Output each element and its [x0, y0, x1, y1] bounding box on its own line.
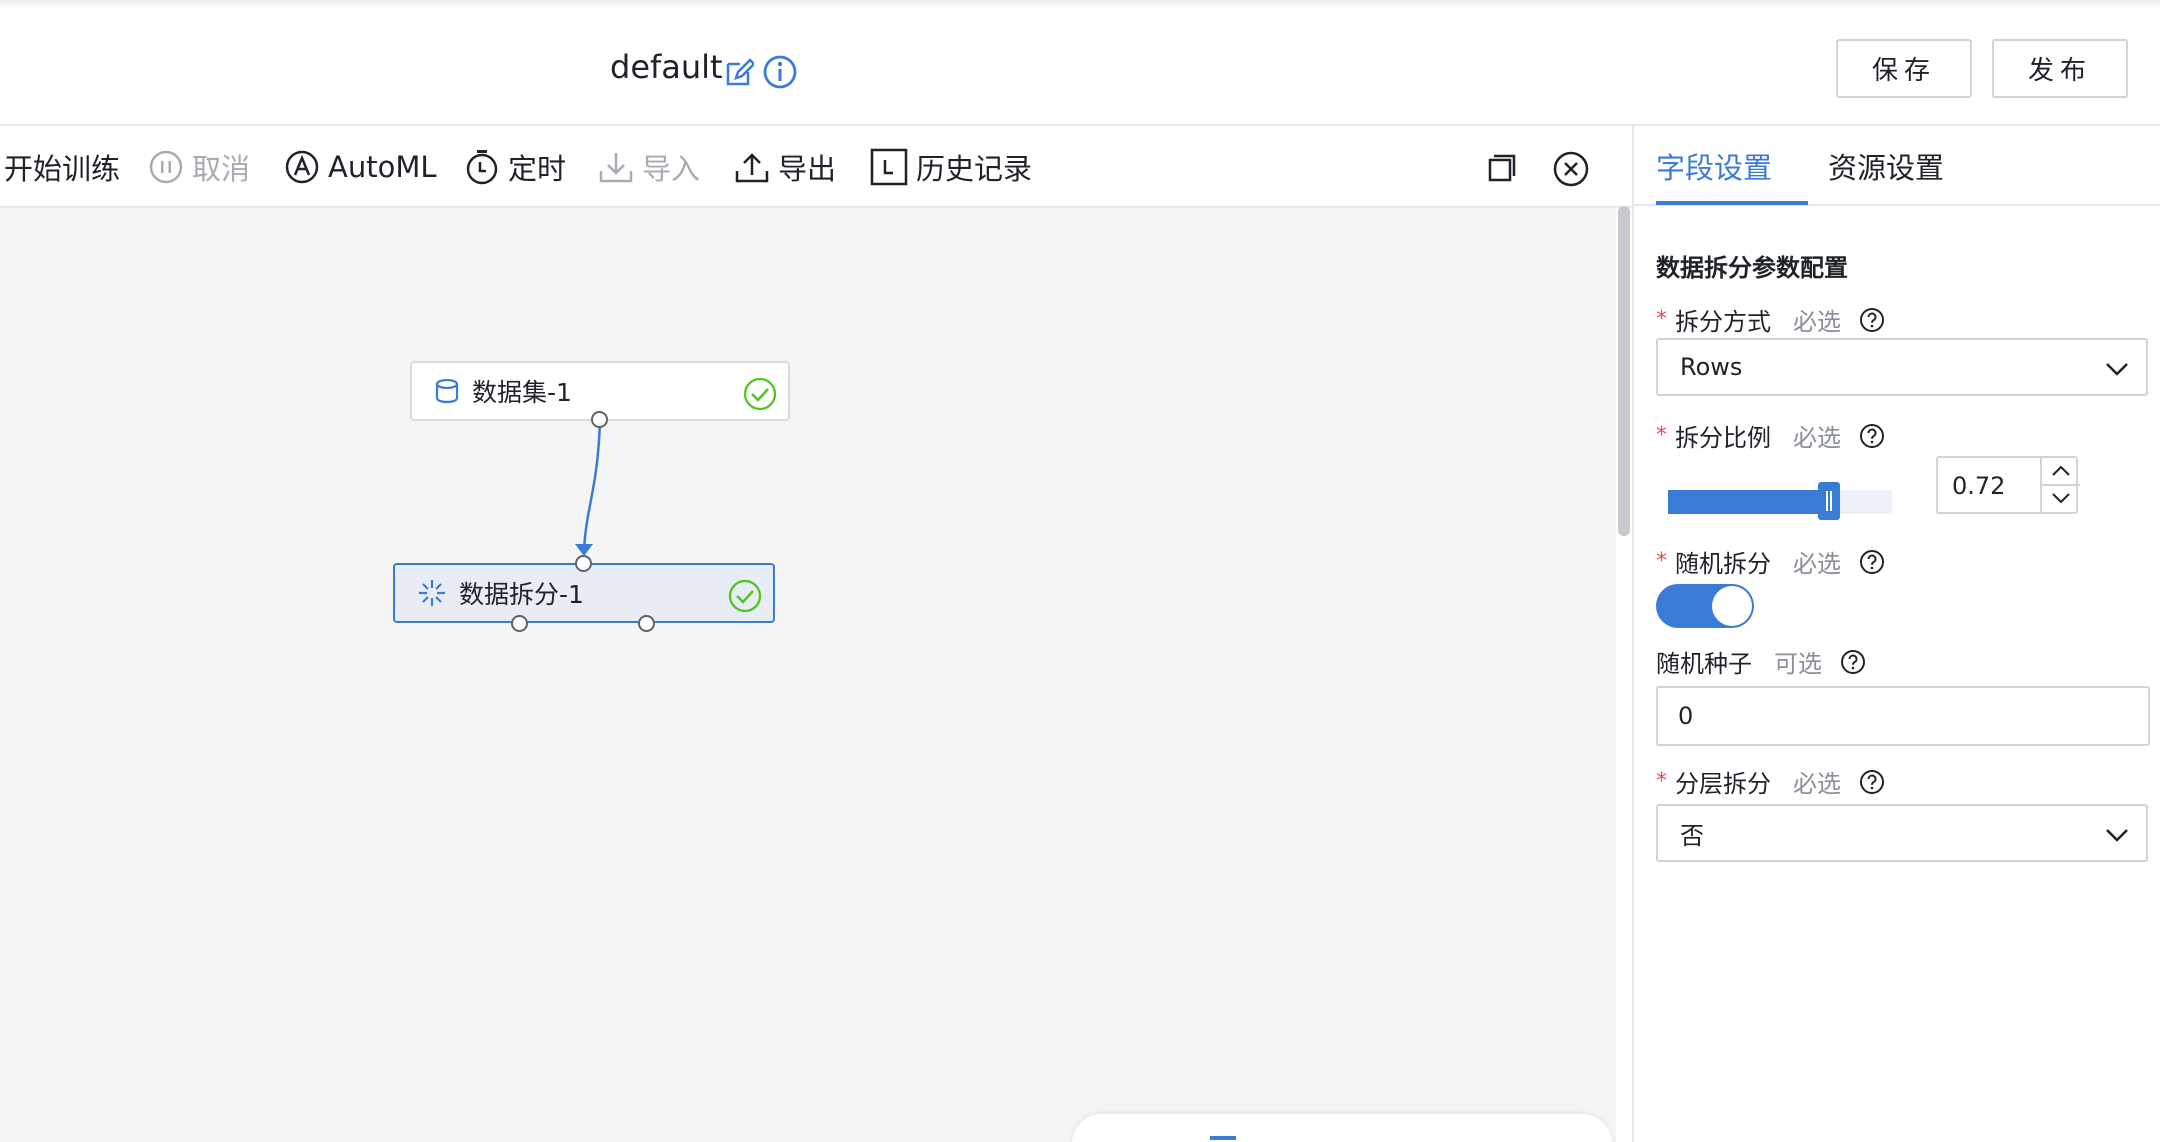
field-hint: 必选	[1793, 424, 1841, 452]
pause-icon	[149, 150, 183, 184]
help-icon[interactable]	[1859, 307, 1885, 333]
field-label: 拆分比例	[1675, 424, 1771, 452]
edge-connector	[575, 419, 602, 556]
required-mark: *	[1656, 307, 1667, 332]
required-mark: *	[1656, 769, 1667, 794]
chevron-up-icon[interactable]	[2051, 463, 2071, 479]
toggle-knob	[1712, 586, 1752, 626]
timer-icon	[466, 150, 498, 185]
data-split-node-label: 数据拆分-1	[459, 580, 584, 609]
random-seed-input[interactable]: 0	[1656, 686, 2150, 746]
info-icon[interactable]	[762, 54, 798, 90]
start-training-button[interactable]: 开始训练	[4, 126, 120, 208]
maximize-icon[interactable]	[1488, 154, 1516, 182]
history-label: 历史记录	[916, 152, 1033, 186]
canvas-scrollbar[interactable]	[1618, 206, 1630, 536]
split-method-select[interactable]: Rows	[1656, 338, 2148, 396]
input-value: 0	[1678, 702, 1694, 730]
random-seed-label: 随机种子 可选	[1656, 644, 1866, 679]
output-port[interactable]	[591, 411, 608, 428]
tab-field-settings[interactable]: 字段设置	[1656, 126, 1772, 206]
section-title: 数据拆分参数配置	[1656, 254, 1848, 282]
random-split-label: * 随机拆分 必选	[1656, 544, 1885, 579]
split-ratio-label: * 拆分比例 必选	[1656, 418, 1885, 453]
select-value: 否	[1680, 821, 1704, 850]
help-icon[interactable]	[1840, 649, 1866, 675]
help-icon[interactable]	[1859, 549, 1885, 575]
edit-icon[interactable]	[724, 58, 754, 88]
input-port[interactable]	[575, 555, 592, 572]
stepper-value: 0.72	[1952, 472, 2006, 500]
save-button[interactable]: 保存	[1836, 39, 1972, 98]
export-button[interactable]: 导出	[734, 126, 836, 208]
field-hint: 必选	[1793, 308, 1841, 336]
workflow-canvas[interactable]: 数据集-1 数据拆分-1	[0, 208, 1616, 1142]
cancel-label: 取消	[192, 152, 251, 186]
required-mark: *	[1656, 549, 1667, 574]
select-value: Rows	[1680, 353, 1743, 381]
field-hint: 可选	[1774, 650, 1822, 678]
tab-resource-settings[interactable]: 资源设置	[1828, 126, 1944, 206]
schedule-button[interactable]: 定时	[464, 126, 566, 208]
start-training-label: 开始训练	[4, 152, 121, 186]
automl-button[interactable]: AutoML	[284, 126, 437, 208]
field-label: 随机拆分	[1675, 550, 1771, 578]
publish-button[interactable]: 发布	[1992, 39, 2128, 98]
help-icon[interactable]	[1859, 769, 1885, 795]
check-circle-icon	[728, 579, 762, 613]
cancel-button[interactable]: 取消	[148, 126, 250, 208]
panel-tabs: 字段设置 资源设置	[1634, 126, 2160, 206]
export-label: 导出	[778, 152, 837, 186]
output-port-train[interactable]	[511, 615, 528, 632]
chevron-down-icon[interactable]	[2051, 490, 2071, 506]
field-label: 分层拆分	[1675, 770, 1771, 798]
field-label: 拆分方式	[1675, 308, 1771, 336]
schedule-label: 定时	[508, 152, 567, 186]
output-port-test[interactable]	[638, 615, 655, 632]
automl-icon	[285, 150, 319, 184]
page-title: default	[610, 48, 723, 86]
automl-label: AutoML	[328, 150, 437, 184]
stepper-arrows	[2040, 458, 2080, 512]
random-split-toggle[interactable]	[1656, 584, 1754, 628]
slider-fill	[1668, 490, 1828, 514]
settings-panel: 字段设置 资源设置 数据拆分参数配置 * 拆分方式 必选 Rows * 拆分比例…	[1632, 126, 2160, 1142]
slider-handle[interactable]	[1818, 482, 1840, 520]
split-ratio-stepper[interactable]: 0.72	[1936, 456, 2080, 514]
active-tab-indicator	[1656, 201, 1808, 205]
bottom-panel-handle[interactable]	[1072, 1114, 1612, 1142]
help-icon[interactable]	[1859, 423, 1885, 449]
import-icon	[599, 153, 633, 183]
field-hint: 必选	[1793, 770, 1841, 798]
chevron-down-icon	[2106, 363, 2128, 376]
dataset-node-label: 数据集-1	[472, 378, 572, 407]
stratified-split-select[interactable]: 否	[1656, 804, 2148, 862]
database-icon	[435, 378, 459, 404]
stratified-split-label: * 分层拆分 必选	[1656, 764, 1885, 799]
check-circle-icon	[743, 377, 777, 411]
close-icon[interactable]	[1552, 150, 1590, 188]
required-mark: *	[1656, 423, 1667, 448]
import-button[interactable]: 导入	[598, 126, 700, 208]
field-label: 随机种子	[1656, 650, 1752, 678]
stepper-divider	[2042, 484, 2080, 486]
split-method-label: * 拆分方式 必选	[1656, 302, 1885, 337]
top-shadow	[0, 0, 2160, 8]
export-icon	[735, 153, 769, 183]
data-split-node[interactable]: 数据拆分-1	[393, 563, 775, 623]
import-label: 导入	[642, 152, 701, 186]
history-icon	[870, 148, 908, 186]
toolbar: 开始训练 取消 AutoML 定时 导入 导出 历史记录	[0, 126, 1632, 208]
header: default 保存 发布	[0, 8, 2160, 126]
split-icon	[419, 580, 445, 606]
bottom-panel-marker	[1210, 1136, 1236, 1140]
field-hint: 必选	[1793, 550, 1841, 578]
history-button[interactable]: 历史记录	[870, 126, 1032, 208]
chevron-down-icon	[2106, 829, 2128, 842]
